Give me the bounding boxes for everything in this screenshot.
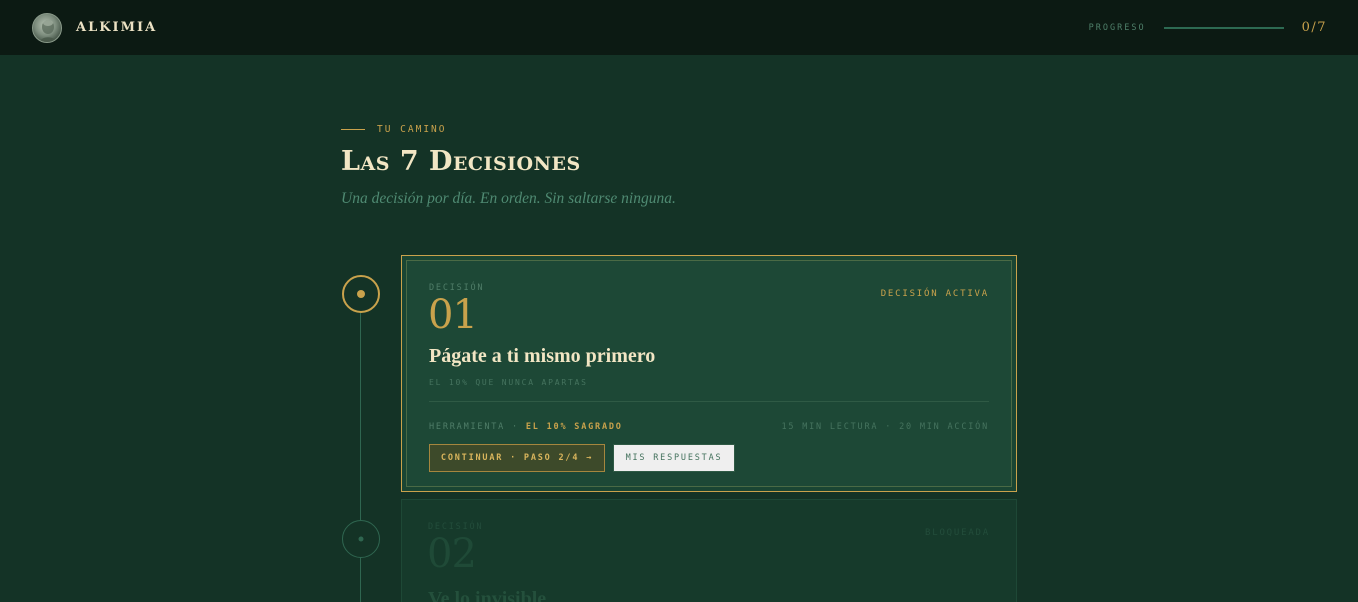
section-eyebrow: TU CAMINO — [341, 124, 446, 135]
decision-card-locked: DECISIÓN 02 BLOQUEADA Ve lo invisible — [401, 499, 1017, 602]
decision-title: Págate a ti mismo primero — [429, 345, 656, 367]
decision-number: 02 — [427, 531, 477, 577]
decision-number: 01 — [428, 292, 478, 338]
logo-coin-icon[interactable] — [32, 12, 62, 43]
timeline-node-dot — [357, 290, 365, 298]
tool-info: HERRAMIENTA · EL 10% SAGRADO — [429, 422, 623, 432]
brand-name[interactable]: ALKIMIA — [76, 20, 157, 35]
top-bar: ALKIMIA PROGRESO 0/7 — [0, 0, 1358, 55]
continue-button[interactable]: CONTINUAR · PASO 2/4 → — [429, 444, 605, 472]
status-badge: BLOQUEADA — [925, 528, 990, 538]
decision-title: Ve lo invisible — [428, 588, 547, 602]
my-answers-button[interactable]: MIS RESPUESTAS — [613, 444, 735, 472]
decision-card-inner: DECISIÓN 01 DECISIÓN ACTIVA Págate a ti … — [406, 260, 1012, 487]
decision-subtitle: EL 10% QUE NUNCA APARTAS — [429, 378, 588, 387]
timeline-node-locked — [342, 520, 380, 558]
tool-label: HERRAMIENTA · — [429, 422, 519, 432]
decision-card-active[interactable]: DECISIÓN 01 DECISIÓN ACTIVA Págate a ti … — [401, 255, 1017, 492]
page-subtitle: Una decisión por día. En orden. Sin salt… — [341, 190, 676, 207]
progress-bar — [1163, 26, 1284, 29]
eyebrow-label: TU CAMINO — [377, 124, 447, 135]
time-estimate: 15 MIN LECTURA · 20 MIN ACCIÓN — [781, 422, 989, 432]
progress-label: PROGRESO — [1088, 22, 1146, 33]
status-badge: DECISIÓN ACTIVA — [880, 289, 989, 299]
eyebrow-divider — [341, 129, 365, 130]
tool-name: EL 10% SAGRADO — [525, 422, 623, 432]
card-divider — [429, 401, 989, 402]
timeline-node-dot — [358, 536, 364, 542]
progress-count: 0/7 — [1301, 20, 1327, 35]
timeline-node-active — [342, 275, 380, 313]
page-title: Las 7 Decisiones — [341, 146, 581, 177]
progress-indicator: PROGRESO 0/7 — [1089, 20, 1327, 35]
timeline-line — [360, 313, 361, 602]
